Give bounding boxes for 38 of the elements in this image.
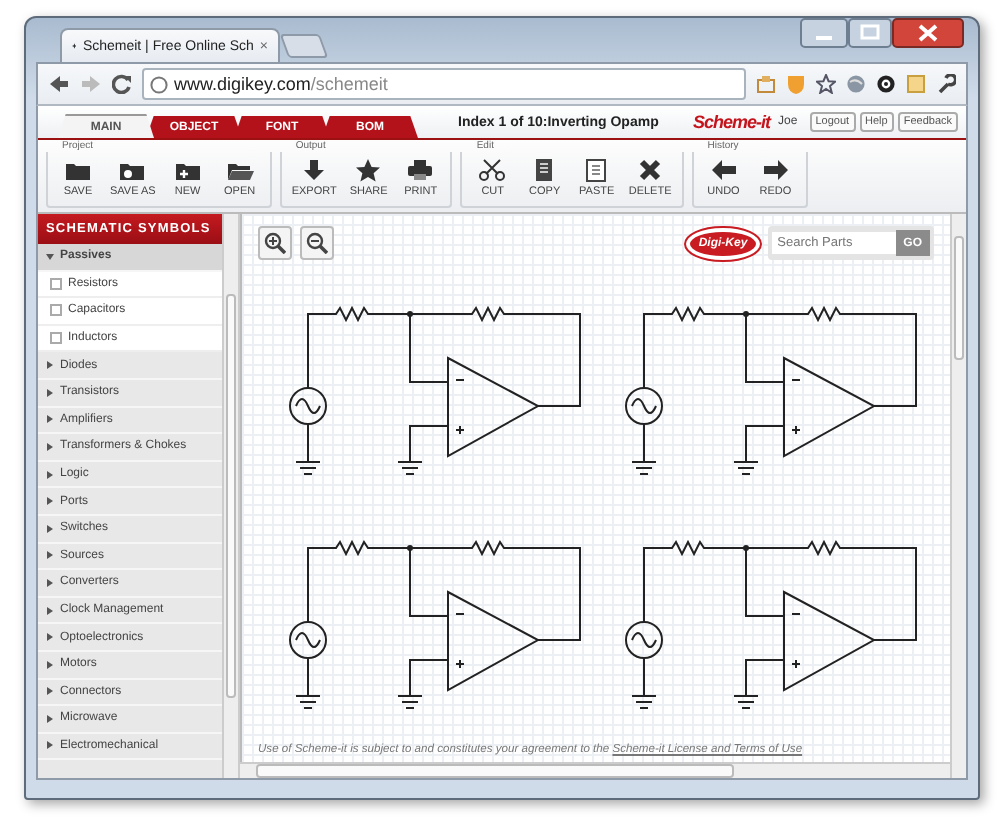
extension-icon[interactable] <box>756 74 776 94</box>
cross-icon <box>636 158 665 182</box>
star-icon <box>354 158 383 182</box>
star-icon[interactable] <box>816 74 836 94</box>
left-arrow-icon <box>709 158 738 182</box>
back-icon[interactable] <box>48 74 70 94</box>
horizontal-scrollbar[interactable] <box>240 762 950 778</box>
address-bar[interactable]: www.digikey.com/schemeit <box>142 68 746 100</box>
url-host: www.digikey.com <box>174 74 311 94</box>
favicon-icon <box>72 38 77 54</box>
scissors-icon <box>478 158 507 182</box>
wrench-icon[interactable] <box>936 74 956 94</box>
close-icon[interactable] <box>892 18 964 48</box>
zoom-in-icon <box>264 232 286 254</box>
right-arrow-icon <box>761 158 790 182</box>
reload-icon[interactable] <box>112 74 132 94</box>
target-icon[interactable] <box>876 74 896 94</box>
symbol-icon <box>50 304 62 317</box>
new-tab-button[interactable] <box>279 34 329 58</box>
symbol-icon <box>50 277 62 290</box>
folder-save-icon <box>118 158 147 182</box>
download-arrow-icon <box>300 158 329 182</box>
symbol-icon <box>50 332 62 345</box>
new-folder-icon <box>173 158 202 182</box>
folder-icon <box>64 158 92 182</box>
minimize-icon[interactable] <box>800 18 848 48</box>
sidebar-scrollbar[interactable] <box>224 214 240 778</box>
vertical-scrollbar[interactable] <box>950 214 966 778</box>
zoom-in-button[interactable] <box>258 226 292 260</box>
clipboard-icon <box>582 158 611 182</box>
zoom-out-button[interactable] <box>300 226 334 260</box>
note-icon[interactable] <box>906 74 926 94</box>
url-path: /schemeit <box>310 74 388 94</box>
open-folder-icon <box>225 158 254 182</box>
maximize-icon[interactable] <box>848 18 892 48</box>
zoom-out-icon <box>306 232 328 254</box>
app-logo: Scheme-it <box>693 112 771 132</box>
printer-icon <box>406 158 435 182</box>
